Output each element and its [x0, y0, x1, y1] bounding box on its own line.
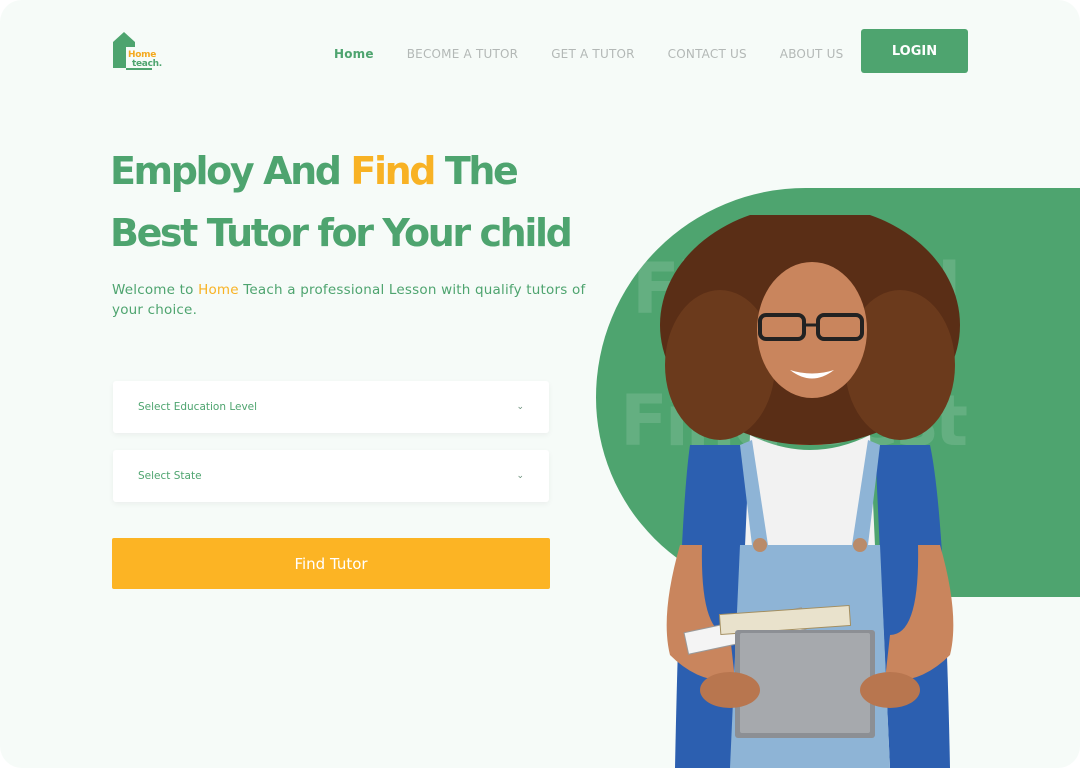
nav-item-about-us[interactable]: ABOUT US — [780, 47, 844, 61]
nav-item-home[interactable]: Home — [334, 47, 374, 61]
state-placeholder: Select State — [138, 470, 202, 482]
nav-item-become-a-tutor[interactable]: BECOME A TUTOR — [407, 47, 518, 61]
hero-title-part2: The — [434, 149, 519, 193]
education-level-placeholder: Select Education Level — [138, 401, 258, 413]
chevron-down-icon: ⌄ — [516, 402, 524, 412]
hero-subtitle-highlight: Home — [198, 282, 239, 298]
hero-title-line2: Best Tutor for Your child — [110, 211, 573, 255]
chevron-down-icon: ⌄ — [516, 471, 524, 481]
find-tutor-button[interactable]: Find Tutor — [112, 538, 550, 589]
hero-subtitle: Welcome to Home Teach a professional Les… — [112, 280, 592, 320]
student-girl-image — [660, 215, 960, 768]
nav-item-get-a-tutor[interactable]: GET A TUTOR — [551, 47, 634, 61]
education-level-select[interactable]: Select Education Level ⌄ — [113, 381, 549, 433]
login-button[interactable]: LOGIN — [861, 29, 968, 73]
nav-item-contact-us[interactable]: CONTACT US — [668, 47, 747, 61]
landing-page: Home teach. Home BECOME A TUTOR GET A TU… — [0, 0, 1080, 768]
hero-title: Employ And Find The Best Tutor for Your … — [110, 140, 610, 264]
hero-subtitle-part1: Welcome to — [112, 282, 199, 298]
hero-title-highlight: Find — [350, 149, 436, 193]
hero-title-part1: Employ And — [110, 149, 351, 193]
logo-text-teach: teach. — [132, 59, 162, 69]
main-nav: Home BECOME A TUTOR GET A TUTOR CONTACT … — [334, 47, 876, 61]
brand-logo[interactable]: Home teach. — [112, 30, 172, 74]
state-select[interactable]: Select State ⌄ — [113, 450, 549, 502]
